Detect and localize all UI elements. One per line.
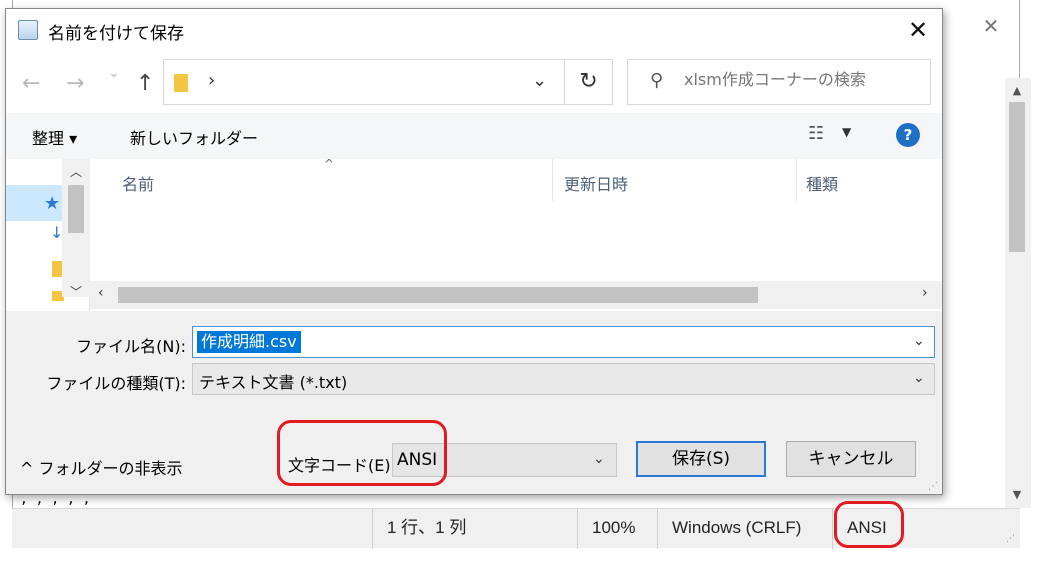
chevron-down-icon[interactable]: ⌄ bbox=[593, 451, 605, 467]
column-divider[interactable] bbox=[552, 159, 553, 201]
status-line-ending: Windows (CRLF) bbox=[657, 509, 832, 549]
dialog-close-button[interactable]: ✕ bbox=[898, 13, 938, 47]
resize-grip-icon[interactable]: ⋰ bbox=[928, 481, 938, 492]
file-type-select[interactable]: テキスト文書 (*.txt) ⌄ bbox=[192, 363, 935, 395]
refresh-icon[interactable]: ↻ bbox=[565, 59, 613, 105]
up-arrow-icon[interactable]: ↑ bbox=[136, 71, 154, 96]
column-header-modified[interactable]: 更新日時 bbox=[564, 171, 628, 207]
file-browser: ★ ↓ ︿ ﹀ ^ 名前 更新日時 種類 ‹ › bbox=[6, 157, 942, 311]
save-as-dialog: 名前を付けて保存 ✕ ← → ⌄ ↑ › ⌄ ↻ ⚲ 整理 ▾ 新しいフォルダー… bbox=[5, 8, 943, 495]
chevron-left-icon[interactable]: ‹ bbox=[98, 285, 104, 301]
status-cursor-position: 1 行、1 列 bbox=[372, 509, 577, 549]
annotation-status-encoding-highlight bbox=[834, 501, 904, 548]
file-name-field[interactable]: 作成明細.csv ⌄ bbox=[192, 326, 935, 358]
resize-grip-icon[interactable]: ⋰ bbox=[1006, 534, 1018, 546]
file-type-value: テキスト文書 (*.txt) bbox=[199, 373, 348, 392]
cancel-button[interactable]: キャンセル bbox=[786, 441, 916, 477]
status-zoom: 100% bbox=[577, 509, 657, 549]
chevron-down-icon[interactable]: ﹀ bbox=[70, 283, 82, 300]
search-icon: ⚲ bbox=[650, 70, 664, 91]
file-list-horizontal-scrollbar[interactable]: ‹ › bbox=[90, 281, 942, 309]
scroll-thumb[interactable] bbox=[118, 287, 758, 303]
view-dropdown-icon[interactable]: ▼ bbox=[842, 125, 851, 139]
chevron-up-icon[interactable]: ︿ bbox=[70, 163, 82, 180]
nav-pane-scrollbar[interactable]: ︿ ﹀ bbox=[62, 159, 90, 300]
address-bar-row: ← → ⌄ ↑ › ⌄ ↻ ⚲ bbox=[6, 51, 942, 113]
column-header-type[interactable]: 種類 bbox=[806, 171, 838, 207]
scroll-thumb[interactable] bbox=[68, 185, 84, 233]
hide-folders-toggle[interactable]: ^ フォルダーの非表示 bbox=[20, 455, 183, 479]
notepad-vertical-scrollbar[interactable]: ▲ ▼ bbox=[1005, 78, 1031, 508]
navigation-pane: ★ ↓ ︿ ﹀ bbox=[6, 159, 90, 311]
scroll-down-icon[interactable]: ▼ bbox=[1009, 488, 1025, 504]
quick-access-star-icon[interactable]: ★ bbox=[44, 193, 60, 214]
sort-caret-icon: ^ bbox=[324, 157, 335, 171]
chevron-down-icon[interactable]: ⌄ bbox=[913, 370, 925, 386]
notepad-close-button[interactable]: ✕ bbox=[971, 8, 1011, 44]
save-button[interactable]: 保存(S) bbox=[636, 441, 766, 477]
breadcrumb-separator[interactable]: › bbox=[208, 70, 215, 91]
address-dropdown-icon[interactable]: ⌄ bbox=[532, 70, 547, 91]
column-header-name[interactable]: 名前 bbox=[122, 171, 154, 207]
organize-button[interactable]: 整理 ▾ bbox=[32, 125, 77, 149]
file-name-value[interactable]: 作成明細.csv bbox=[197, 331, 301, 353]
forward-arrow-icon[interactable]: → bbox=[66, 71, 84, 96]
dialog-title: 名前を付けて保存 bbox=[48, 24, 184, 44]
file-name-label: ファイル名(N): bbox=[76, 337, 186, 356]
chevron-down-icon[interactable]: ⌄ bbox=[913, 333, 925, 349]
new-folder-button[interactable]: 新しいフォルダー bbox=[130, 125, 258, 149]
scroll-thumb[interactable] bbox=[1009, 102, 1025, 252]
search-box[interactable]: ⚲ bbox=[627, 59, 931, 105]
dialog-toolbar: 整理 ▾ 新しいフォルダー ☷ ▼ ? bbox=[6, 113, 942, 159]
scroll-up-icon[interactable]: ▲ bbox=[1009, 84, 1025, 100]
file-type-label: ファイルの種類(T): bbox=[46, 374, 186, 393]
help-icon[interactable]: ? bbox=[896, 123, 920, 147]
search-input[interactable] bbox=[684, 70, 924, 89]
column-divider[interactable] bbox=[796, 159, 797, 201]
back-arrow-icon[interactable]: ← bbox=[22, 71, 40, 96]
chevron-right-icon[interactable]: › bbox=[922, 285, 928, 301]
recent-locations-icon[interactable]: ⌄ bbox=[108, 65, 120, 81]
address-bar[interactable]: › ⌄ bbox=[163, 59, 565, 105]
dialog-titlebar[interactable]: 名前を付けて保存 ✕ bbox=[6, 9, 942, 51]
notepad-app-icon bbox=[18, 20, 38, 40]
annotation-encoding-highlight bbox=[277, 420, 447, 486]
folder-icon bbox=[174, 74, 188, 92]
view-options-icon[interactable]: ☷ bbox=[808, 123, 824, 144]
